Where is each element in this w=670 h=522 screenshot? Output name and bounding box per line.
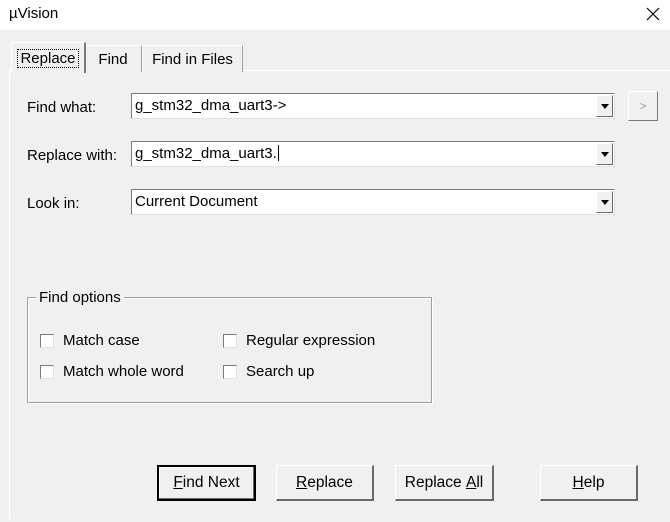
look-in-combobox[interactable]: Current Document	[131, 189, 615, 215]
checkbox-box	[223, 333, 237, 348]
text-caret	[277, 145, 279, 161]
tab-replace[interactable]: Replace	[11, 42, 86, 73]
regular-expression-checkbox[interactable]: Regular expression	[223, 332, 375, 349]
window-title: µVision	[9, 5, 59, 22]
close-icon	[646, 7, 660, 21]
expand-button[interactable]: >	[628, 91, 658, 121]
chevron-down-icon	[600, 103, 609, 109]
replace-with-combobox[interactable]: g_stm32_dma_uart3.	[131, 141, 615, 167]
replace-with-label: Replace with:	[27, 147, 118, 164]
look-in-label: Look in:	[27, 195, 80, 212]
find-next-mnemonic: F	[173, 474, 183, 491]
chevron-down-icon	[600, 151, 609, 157]
replace-mnemonic: R	[296, 473, 308, 491]
help-mnemonic: H	[572, 473, 584, 491]
replace-with-input[interactable]: g_stm32_dma_uart3.	[135, 145, 279, 162]
find-next-button[interactable]: Find Next	[157, 465, 256, 501]
match-case-checkbox[interactable]: Match case	[40, 332, 140, 349]
find-what-label: Find what:	[27, 99, 97, 116]
replace-all-mnemonic: A	[465, 473, 477, 491]
tab-find[interactable]: Find	[84, 45, 142, 72]
replace-with-value: g_stm32_dma_uart3.	[135, 145, 277, 162]
help-button[interactable]: Help	[540, 465, 638, 501]
replace-all-label-rest: ll	[476, 473, 484, 491]
replace-all-button[interactable]: Replace All	[395, 465, 494, 501]
checkbox-box	[223, 364, 237, 379]
look-in-value: Current Document	[135, 193, 258, 210]
tab-find-label: Find	[98, 50, 128, 68]
chevron-down-icon	[600, 199, 609, 205]
help-label: elp	[583, 473, 605, 491]
tab-replace-label: Replace	[17, 48, 79, 68]
find-next-label: ind Next	[182, 474, 240, 491]
look-in-dropdown-button[interactable]	[596, 191, 613, 213]
replace-with-dropdown-button[interactable]	[596, 143, 613, 165]
tab-find-in-files[interactable]: Find in Files	[142, 45, 243, 72]
checkbox-box	[40, 364, 54, 379]
find-what-combobox[interactable]: g_stm32_dma_uart3->	[131, 93, 615, 119]
close-button[interactable]	[636, 0, 670, 28]
match-whole-word-checkbox[interactable]: Match whole word	[40, 363, 184, 380]
find-what-value: g_stm32_dma_uart3->	[135, 97, 287, 114]
replace-button[interactable]: Replace	[276, 465, 374, 501]
find-options-legend: Find options	[36, 289, 124, 306]
tab-find-in-files-label: Find in Files	[152, 50, 233, 68]
replace-all-label: Replace	[404, 473, 466, 491]
replace-label: eplace	[307, 473, 353, 491]
match-whole-word-label: Match whole word	[63, 363, 184, 380]
find-options-group: Find options	[27, 289, 432, 403]
match-case-label: Match case	[63, 332, 140, 349]
checkbox-box	[40, 333, 54, 348]
title-bar: µVision	[0, 0, 670, 30]
regular-expression-label: Regular expression	[246, 332, 376, 349]
search-up-label: Search up	[246, 363, 315, 380]
search-up-checkbox[interactable]: Search up	[223, 363, 314, 380]
find-what-dropdown-button[interactable]	[596, 95, 613, 117]
